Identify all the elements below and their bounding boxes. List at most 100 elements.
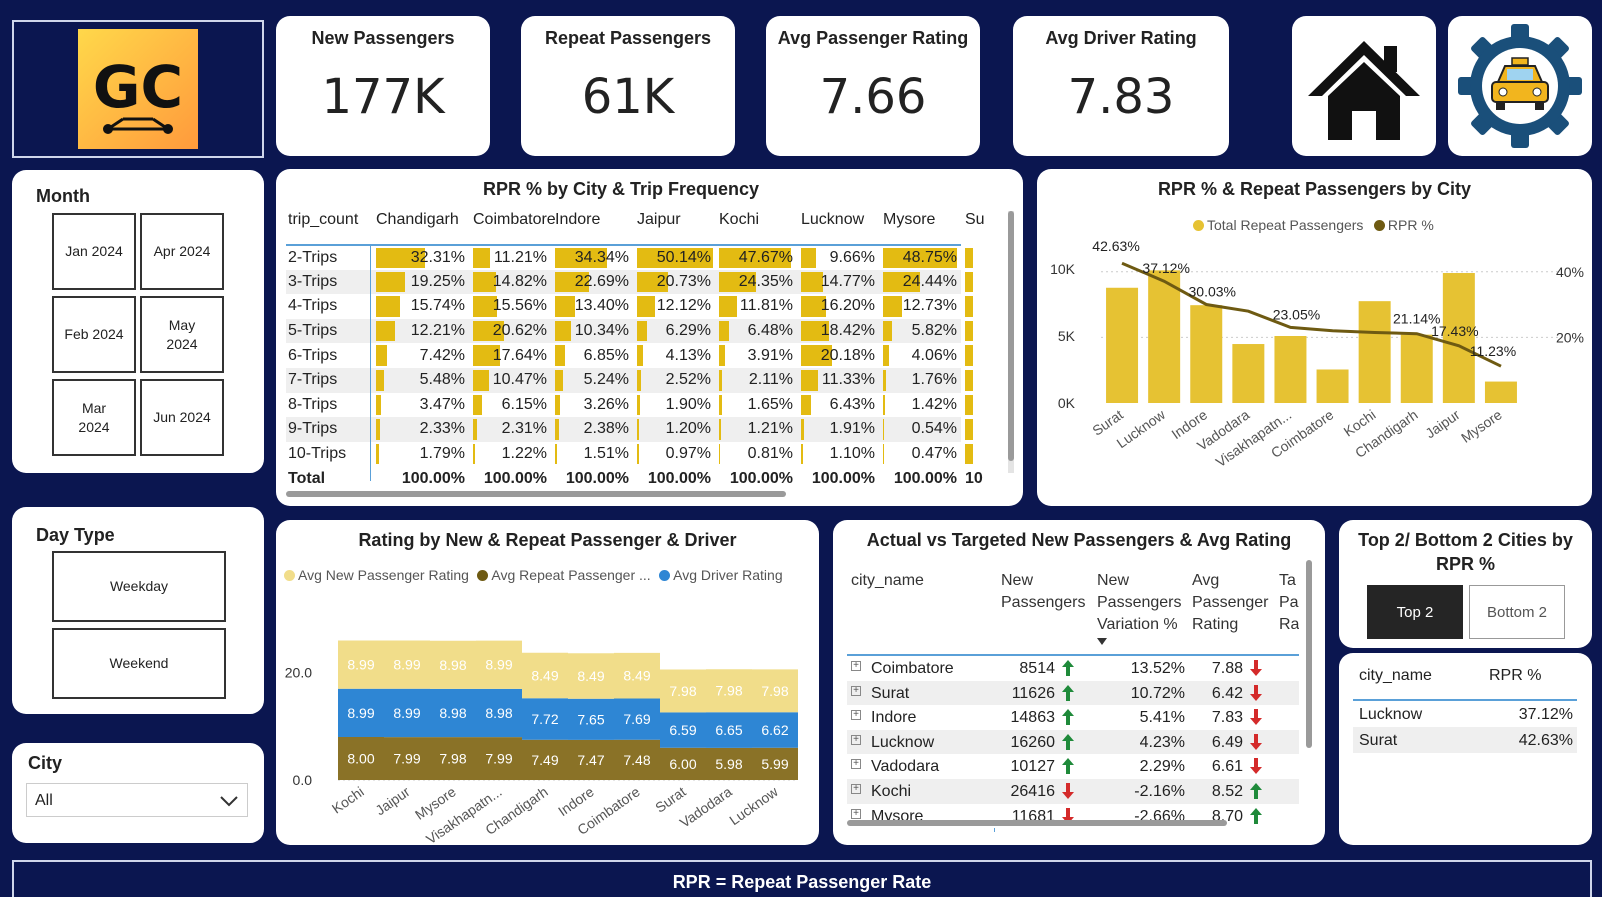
matrix-row[interactable]: 5-Trips 12.21% 20.62% 10.34% 6.29% 6.48% 18.42… [286, 318, 973, 344]
bottom-2-button[interactable]: Bottom 2 [1469, 585, 1565, 639]
expand-icon[interactable]: + [851, 734, 861, 745]
matrix-row[interactable]: 6-Trips 7.42% 17.64% 6.85% 4.13% 3.91% 20.18% 4… [286, 343, 973, 368]
matrix-cell-bar [801, 394, 811, 416]
target-hscrollbar[interactable] [847, 820, 1227, 826]
city-dropdown[interactable]: All [26, 783, 248, 817]
matrix-cell: 18.42% [797, 319, 879, 344]
home-button[interactable] [1292, 16, 1436, 156]
matrix-cell: 13.40% [551, 294, 633, 319]
expand-icon[interactable]: + [851, 784, 861, 794]
target-col-header[interactable]: Avg Passenger Rating [1192, 570, 1269, 636]
month-option-apr-2024[interactable]: Apr 2024 [140, 213, 224, 290]
matrix-row[interactable]: 10-Trips 1.79% 1.22% 1.51% 0.97% 0.81% 1.10% 0.… [286, 441, 973, 467]
table-row[interactable]: Lucknow 37.12% [1353, 701, 1577, 727]
expand-icon[interactable]: + [851, 808, 861, 819]
matrix-cell: 14.77% [797, 270, 879, 295]
footer-banner: RPR = Repeat Passenger Rate [12, 860, 1592, 897]
table-row[interactable]: + Surat 11626 10.72% 6.42 [847, 680, 1299, 707]
table-row[interactable]: + Kochi 26416 -2.16% 8.52 [847, 779, 1299, 804]
matrix-row[interactable]: 4-Trips 15.74% 15.56% 13.40% 12.12% 11.81% 16.… [286, 294, 973, 319]
rating-data-label: 8.99 [347, 705, 374, 721]
arrow-down-icon [1249, 757, 1263, 780]
expand-icon[interactable]: + [851, 710, 861, 721]
matrix-row-label: 8-Trips [288, 395, 338, 413]
matrix-cell-bar [637, 443, 639, 465]
month-option-may-2024[interactable]: May 2024 [140, 296, 224, 373]
target-city: Indore [871, 709, 917, 727]
kpi-title: Avg Passenger Rating [777, 28, 969, 48]
rating-data-label: 8.49 [623, 668, 650, 684]
matrix-row[interactable]: 7-Trips 5.48% 10.47% 5.24% 2.52% 2.11% 11.33% 1… [286, 367, 973, 393]
rating-data-label: 7.98 [669, 683, 696, 699]
matrix-vscrollbar[interactable] [1008, 211, 1014, 473]
rpr-matrix[interactable]: trip_count Chandigarh Coimbatore Indore Jaip… [286, 211, 986, 489]
matrix-cell: 6.43% [797, 393, 879, 418]
table-row[interactable]: + Vadodara 10127 2.29% 6.61 [847, 754, 1299, 779]
target-vscrollbar[interactable] [1306, 560, 1312, 748]
month-option-mar-2024[interactable]: Mar 2024 [52, 379, 136, 456]
bar-Coimbatore[interactable] [1316, 369, 1349, 404]
target-col-header[interactable]: New Passengers [1001, 570, 1086, 614]
expand-icon[interactable]: + [851, 759, 861, 770]
target-table[interactable]: city_name New Passengers New Passengers Varia… [847, 560, 1299, 832]
target-city: Surat [871, 684, 910, 702]
bar-Visakhapatn...[interactable] [1274, 336, 1307, 403]
matrix-row[interactable]: 2-Trips 32.31% 11.21% 34.34% 50.14% 47.67% 9.6… [286, 245, 973, 270]
bar-Vadodara[interactable] [1232, 344, 1265, 403]
matrix-cell: 1.65% [715, 393, 797, 418]
matrix-cell: 34.34% [551, 245, 633, 270]
arrow-up-icon [1249, 807, 1263, 830]
matrix-cell-bar [801, 248, 816, 268]
matrix-row-header: trip_count [288, 211, 359, 228]
city-dropdown-value: All [35, 792, 53, 809]
matrix-cell: 3.47% [372, 393, 469, 418]
matrix-cell-bar [473, 369, 489, 391]
target-col-header[interactable]: Ta Pa Ra [1279, 570, 1299, 636]
expand-icon[interactable]: + [851, 661, 861, 671]
bar-Indore[interactable] [1190, 305, 1223, 403]
matrix-cell: 0.97% [633, 442, 715, 467]
table-row[interactable]: + Lucknow 16260 4.23% 6.49 [847, 729, 1299, 755]
target-col-header[interactable]: New Passengers Variation % [1097, 570, 1182, 636]
rating-data-label: 8.99 [393, 705, 420, 721]
expand-icon[interactable]: + [851, 685, 861, 696]
arrow-up-icon [1061, 684, 1075, 707]
bar-Lucknow[interactable] [1148, 270, 1181, 403]
y2-tick-label: 20% [1556, 329, 1584, 345]
daytype-option-weekday[interactable]: Weekday [52, 551, 226, 622]
matrix-col-header: Indore [555, 211, 601, 228]
rating-chart[interactable]: 20.0 0.0 8.00 8.99 8.99 Kochi 7.99 8.99 8.99 Jaip… [276, 520, 819, 845]
month-slicer-title: Month [36, 186, 90, 206]
table-row[interactable]: + Indore 14863 5.41% 7.83 [847, 705, 1299, 730]
bar-Chandigarh[interactable] [1400, 334, 1433, 403]
month-option-feb-2024[interactable]: Feb 2024 [52, 296, 136, 373]
matrix-row[interactable]: 3-Trips 19.25% 14.82% 22.69% 20.73% 24.35% 14.… [286, 269, 973, 295]
top-2-button[interactable]: Top 2 [1367, 585, 1463, 639]
matrix-cell: 5.48% [372, 368, 469, 393]
matrix-col-header: Jaipur [637, 211, 681, 228]
bar-Surat[interactable] [1106, 287, 1139, 403]
arrow-down-icon [1249, 708, 1263, 731]
target-col-header[interactable]: city_name [851, 570, 924, 592]
rating-data-label: 7.98 [439, 751, 466, 767]
target-rating: 7.83 [1211, 709, 1243, 727]
rpr-city-chart[interactable]: 10K5K0K40%20%SuratLucknow IndoreVadodaraV… [1037, 169, 1592, 506]
taxi-settings-button[interactable] [1448, 16, 1592, 156]
matrix-cell: 5.82% [879, 319, 961, 344]
matrix-cell-bar [376, 394, 382, 416]
bar-Mysore[interactable] [1484, 381, 1517, 403]
matrix-cell: 0.54% [883, 419, 957, 440]
bar-Kochi[interactable] [1358, 301, 1391, 403]
table-row[interactable]: + Coimbatore 8514 13.52% 7.88 [847, 656, 1299, 681]
matrix-cell: 17.64% [469, 343, 551, 368]
daytype-option-weekend[interactable]: Weekend [52, 628, 226, 699]
matrix-cell: 10.34% [551, 319, 633, 344]
table-row[interactable]: Surat 42.63% [1353, 727, 1577, 753]
month-option-jan-2024[interactable]: Jan 2024 [52, 213, 136, 290]
matrix-cell: 2.38% [551, 417, 633, 442]
month-option-jun-2024[interactable]: Jun 2024 [140, 379, 224, 456]
matrix-hscrollbar[interactable] [286, 491, 786, 497]
matrix-cell: 3.26% [551, 393, 633, 418]
matrix-row[interactable]: 9-Trips 2.33% 2.31% 2.38% 1.20% 1.21% 1.91% 0.5… [286, 417, 973, 442]
matrix-row[interactable]: 8-Trips 3.47% 6.15% 3.26% 1.90% 1.65% 6.43% 1.4… [286, 392, 973, 418]
